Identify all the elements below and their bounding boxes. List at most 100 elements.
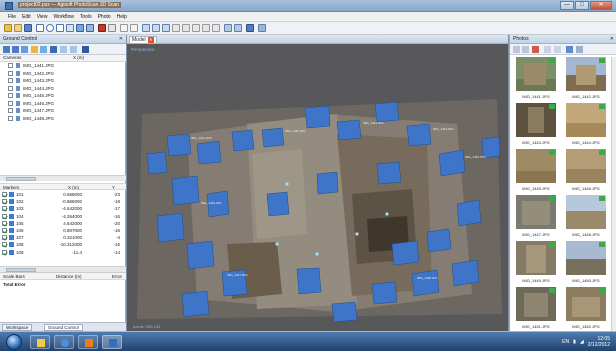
settings-icon[interactable]: [21, 46, 28, 53]
import-icon[interactable]: [3, 46, 10, 53]
marker-row[interactable]: 105 4.642000 -20: [0, 220, 126, 227]
marker-row[interactable]: 108 -10.312000 -16: [0, 241, 126, 248]
menu-file[interactable]: File: [8, 14, 16, 20]
start-button[interactable]: [6, 334, 22, 350]
camera-checkbox[interactable]: [8, 78, 13, 84]
taskbar-media[interactable]: [78, 335, 98, 349]
menu-workflow[interactable]: Workflow: [53, 14, 73, 20]
select-circle-icon[interactable]: [46, 24, 54, 32]
move-icon[interactable]: [66, 24, 74, 32]
undo-icon[interactable]: [120, 24, 128, 32]
tab-ground-control[interactable]: Ground Control: [44, 324, 83, 331]
grid-icon[interactable]: [224, 24, 232, 32]
camera-row[interactable]: IMG_1443.JPG: [0, 77, 126, 85]
marker-checkbox[interactable]: [2, 206, 7, 212]
panel-close-icon[interactable]: ✕: [119, 36, 123, 42]
export-icon[interactable]: [12, 46, 19, 53]
marker-checkbox[interactable]: [2, 227, 7, 233]
view-mode-icon[interactable]: [576, 46, 583, 53]
close-button[interactable]: ✕: [590, 1, 612, 10]
menu-help[interactable]: Help: [117, 14, 127, 20]
redo-icon[interactable]: [130, 24, 138, 32]
optimize-icon[interactable]: [50, 46, 57, 53]
show-points-icon[interactable]: [152, 24, 160, 32]
model-viewport[interactable]: IMG_1441.JPG IMG_1442.JPG IMG_1443.JPG I…: [127, 44, 508, 331]
marker-checkbox[interactable]: [2, 235, 7, 241]
photo-thumbnail[interactable]: IMG_1446.JPG: [562, 149, 610, 191]
photo-thumbnail[interactable]: IMG_1451.JPG: [512, 287, 560, 329]
view-errors-icon[interactable]: [70, 46, 77, 53]
menu-photo[interactable]: Photo: [98, 14, 111, 20]
tab-model[interactable]: Model ✕: [129, 36, 157, 44]
photo-thumbnail[interactable]: IMG_1449.JPG: [512, 241, 560, 283]
zoom-in-icon[interactable]: [212, 24, 220, 32]
back-icon[interactable]: [513, 46, 520, 53]
view-thumbnails-icon[interactable]: [566, 46, 573, 53]
marker-row[interactable]: 104 -4.264000 -16: [0, 213, 126, 220]
camera-checkbox[interactable]: [8, 93, 13, 99]
region-icon[interactable]: [234, 24, 242, 32]
open-folder-icon[interactable]: [14, 24, 22, 32]
volume-icon[interactable]: ◢: [580, 339, 584, 345]
marker-row[interactable]: 101 0.668000 -23: [0, 191, 126, 198]
resize-icon[interactable]: [86, 24, 94, 32]
marker-checkbox[interactable]: [2, 192, 7, 197]
minimize-button[interactable]: —: [560, 1, 574, 10]
menu-tools[interactable]: Tools: [80, 14, 92, 20]
scrollbar-thumb[interactable]: [6, 177, 36, 181]
remove-icon[interactable]: [532, 46, 539, 53]
marker-row[interactable]: 106 0.807000 -16: [0, 227, 126, 234]
crop-icon[interactable]: [108, 24, 116, 32]
select-rect-icon[interactable]: [36, 24, 44, 32]
photo-thumbnail[interactable]: IMG_1442.JPG: [562, 57, 610, 99]
view-source-icon[interactable]: [60, 46, 67, 53]
taskbar-browser[interactable]: [54, 335, 74, 349]
rotate-right-icon[interactable]: [554, 46, 561, 53]
new-project-icon[interactable]: [4, 24, 12, 32]
network-icon[interactable]: ▮: [573, 339, 576, 345]
maximize-button[interactable]: □: [575, 1, 589, 10]
marker-row[interactable]: 102 -0.866000 -18: [0, 198, 126, 205]
marker-checkbox[interactable]: [2, 199, 7, 205]
forward-icon[interactable]: [522, 46, 529, 53]
photo-thumbnail[interactable]: IMG_1441.JPG: [512, 57, 560, 99]
marker-checkbox[interactable]: [2, 249, 7, 255]
camera-checkbox[interactable]: [8, 115, 13, 121]
camera-row[interactable]: IMG_1445.JPG: [0, 92, 126, 100]
panel-close-icon[interactable]: ✕: [610, 36, 614, 42]
clock[interactable]: 12:05 2/12/2012: [588, 336, 610, 348]
camera-row[interactable]: IMG_1441.JPG: [0, 62, 126, 70]
photo-thumbnail[interactable]: IMG_1450.JPG: [562, 241, 610, 283]
textured-icon[interactable]: [202, 24, 210, 32]
photo-thumbnail[interactable]: IMG_1452.JPG: [562, 287, 610, 329]
marker-checkbox[interactable]: [2, 213, 7, 219]
camera-row[interactable]: IMG_1442.JPG: [0, 70, 126, 78]
taskbar-photoscan[interactable]: [102, 335, 122, 349]
close-icon[interactable]: ✕: [147, 37, 154, 43]
camera-row[interactable]: IMG_1447.JPG: [0, 107, 126, 115]
photo-thumbnail[interactable]: IMG_1447.JPG: [512, 195, 560, 237]
update-icon[interactable]: [40, 46, 47, 53]
marker-checkbox[interactable]: [2, 220, 7, 226]
wireframe-icon[interactable]: [192, 24, 200, 32]
delete-icon[interactable]: [98, 24, 106, 32]
shaded-icon[interactable]: [172, 24, 180, 32]
taskbar-explorer[interactable]: [30, 335, 50, 349]
camera-checkbox[interactable]: [8, 63, 13, 69]
show-cameras-icon[interactable]: [142, 24, 150, 32]
marker-checkbox[interactable]: [2, 242, 7, 248]
marker-row[interactable]: 107 0.321000 -4: [0, 234, 126, 241]
rotate-icon[interactable]: [76, 24, 84, 32]
edit-icon[interactable]: [31, 46, 38, 53]
rotate-left-icon[interactable]: [544, 46, 551, 53]
cameras-scrollbar[interactable]: [0, 175, 126, 181]
language-indicator[interactable]: EN: [562, 339, 569, 345]
menu-edit[interactable]: Edit: [22, 14, 31, 20]
navigate-icon[interactable]: [258, 24, 266, 32]
photo-thumbnail[interactable]: IMG_1443.JPG: [512, 103, 560, 145]
select-free-icon[interactable]: [56, 24, 64, 32]
show-mesh-icon[interactable]: [162, 24, 170, 32]
menu-view[interactable]: View: [37, 14, 48, 20]
photos-scrollbar[interactable]: [611, 57, 616, 331]
photo-thumbnail[interactable]: IMG_1448.JPG: [562, 195, 610, 237]
